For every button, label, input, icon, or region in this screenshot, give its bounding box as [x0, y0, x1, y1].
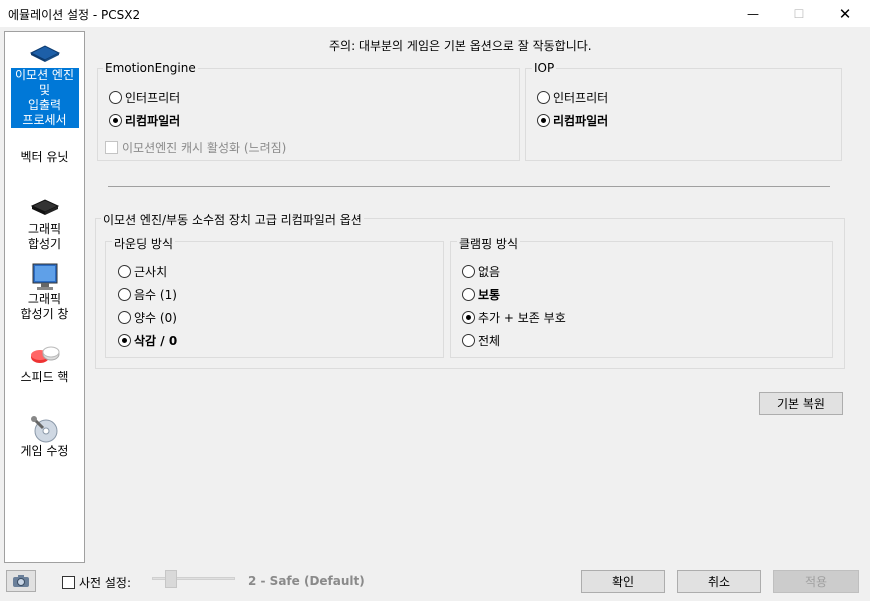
preset-checkbox[interactable]: 사전 설정: — [62, 574, 131, 591]
radio-label: 전체 — [478, 334, 501, 348]
clamping-normal-radio[interactable]: 보통 — [462, 286, 500, 303]
rounding-negative-radio[interactable]: 음수 (1) — [118, 286, 177, 303]
preset-slider-thumb — [165, 570, 177, 588]
sidebar-item-label: 합성기 창 — [20, 307, 69, 321]
sidebar-item-label: 합성기 — [27, 237, 62, 251]
clamping-none-radio[interactable]: 없음 — [462, 263, 500, 280]
radio-label: 양수 (0) — [134, 311, 177, 325]
ee-cache-checkbox[interactable]: 이모션엔진 캐시 활성화 (느려짐) — [105, 139, 286, 156]
default-options-notice: 주의: 대부분의 게임은 기본 옵션으로 잘 작동합니다. — [329, 39, 592, 53]
window-title: 에뮬레이션 설정 - PCSX2 — [8, 8, 141, 22]
sidebar-item-speed-hacks[interactable]: 스피드 핵 — [7, 342, 82, 385]
radio-circle — [537, 114, 550, 127]
ok-button[interactable]: 확인 — [581, 570, 665, 593]
sidebar-item-label: 그래픽 — [27, 292, 62, 306]
radio-circle — [462, 311, 475, 324]
radio-label: 리컴파일러 — [125, 114, 181, 128]
sidebar-item-emotion-engine[interactable]: 이모션 엔진 및 입출력 프로세서 — [7, 40, 82, 128]
ee-recompiler-radio[interactable]: 리컴파일러 — [109, 112, 180, 129]
fpu-advanced-group-title: 이모션 엔진/부동 소수점 장치 고급 리컴파일러 옵션 — [101, 211, 364, 228]
preset-value-label: 2 - Safe (Default) — [248, 574, 365, 588]
radio-label: 음수 (1) — [134, 288, 177, 302]
radio-label: 없음 — [478, 265, 501, 279]
sidebar-item-gs-window[interactable]: 그래픽 합성기 창 — [7, 263, 82, 322]
emotion-engine-group-title: EmotionEngine — [103, 61, 198, 75]
radio-label: 인터프리터 — [125, 91, 181, 105]
sidebar-item-label: 그래픽 — [27, 222, 62, 236]
radio-circle — [462, 288, 475, 301]
rounding-mode-title: 라운딩 방식 — [112, 235, 176, 252]
radio-label: 리컴파일러 — [553, 114, 609, 128]
apply-button: 적용 — [773, 570, 859, 593]
dialog-body: 이모션 엔진 및 입출력 프로세서 벡터 유닛 그래픽 합성기 그래픽 합성기 … — [0, 27, 870, 601]
sidebar: 이모션 엔진 및 입출력 프로세서 벡터 유닛 그래픽 합성기 그래픽 합성기 … — [4, 31, 85, 563]
radio-circle — [462, 265, 475, 278]
radio-label: 추가 + 보존 부호 — [478, 311, 566, 325]
radio-circle — [537, 91, 550, 104]
radio-circle — [109, 114, 122, 127]
radio-circle — [109, 91, 122, 104]
sidebar-item-label: 이모션 엔진 — [14, 68, 74, 82]
rounding-chop-zero-radio[interactable]: 삭감 / 0 — [118, 332, 177, 349]
gs-chip-icon — [28, 194, 62, 220]
radio-label: 근사치 — [134, 265, 168, 279]
checkbox-box — [62, 576, 75, 589]
sidebar-item-game-fixes[interactable]: 게임 수정 — [7, 416, 82, 459]
sidebar-item-label: 스피드 핵 — [20, 370, 69, 384]
cpu-chip-icon — [28, 40, 62, 66]
clamping-mode-title: 클램핑 방식 — [457, 235, 521, 252]
sidebar-item-graphics-synthesizer[interactable]: 그래픽 합성기 — [7, 194, 82, 252]
radio-circle — [118, 288, 131, 301]
clamping-mode-group — [450, 241, 833, 358]
clamping-full-radio[interactable]: 전체 — [462, 332, 500, 349]
checkbox-label: 사전 설정: — [79, 576, 132, 590]
sidebar-item-label: 게임 수정 — [20, 444, 69, 458]
iop-interpreter-radio[interactable]: 인터프리터 — [537, 89, 608, 106]
disc-wrench-icon — [28, 416, 62, 443]
radio-circle — [118, 334, 131, 347]
radio-label: 삭감 / 0 — [134, 334, 178, 348]
radio-circle — [462, 334, 475, 347]
sidebar-item-label: 벡터 유닛 — [20, 150, 69, 164]
monitor-icon — [28, 263, 62, 290]
rounding-nearest-radio[interactable]: 근사치 — [118, 263, 167, 280]
rounding-positive-radio[interactable]: 양수 (0) — [118, 309, 177, 326]
radio-circle — [118, 311, 131, 324]
restore-defaults-button[interactable]: 기본 복원 — [759, 392, 843, 415]
radio-label: 보통 — [478, 288, 501, 302]
iop-recompiler-radio[interactable]: 리컴파일러 — [537, 112, 608, 129]
radio-label: 인터프리터 — [553, 91, 609, 105]
ee-interpreter-radio[interactable]: 인터프리터 — [109, 89, 180, 106]
sidebar-item-vector-unit[interactable]: 벡터 유닛 — [7, 150, 82, 165]
checkbox-label: 이모션엔진 캐시 활성화 (느려짐) — [122, 141, 287, 155]
section-divider — [108, 186, 830, 187]
sidebar-item-label: 프로세서 — [22, 113, 67, 127]
sidebar-item-label: 및 — [38, 83, 51, 97]
sidebar-item-label: 입출력 — [27, 98, 62, 112]
close-button[interactable]: ✕ — [822, 0, 868, 27]
minimize-button[interactable]: — — [730, 0, 776, 27]
title-bar: 에뮬레이션 설정 - PCSX2 — ☐ ✕ — [0, 0, 870, 27]
camera-button[interactable] — [6, 570, 36, 592]
checkbox-box — [105, 141, 118, 154]
clamping-extra-sign-radio[interactable]: 추가 + 보존 부호 — [462, 309, 566, 326]
radio-circle — [118, 265, 131, 278]
maximize-button: ☐ — [793, 6, 805, 21]
cancel-button[interactable]: 취소 — [677, 570, 761, 593]
camera-icon — [13, 575, 29, 587]
pills-icon — [28, 342, 62, 368]
iop-group-title: IOP — [532, 61, 557, 75]
